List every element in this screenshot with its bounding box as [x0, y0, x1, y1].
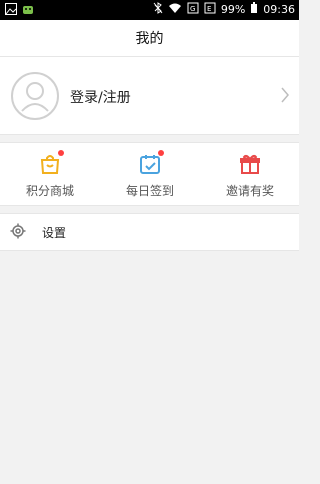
invite-reward-button[interactable]: 邀请有奖	[200, 143, 300, 205]
login-register-label: 登录/注册	[70, 90, 131, 106]
points-mall-button[interactable]: 积分商城	[0, 143, 100, 205]
clock: 09:36	[263, 3, 295, 16]
calendar-check-icon	[138, 149, 164, 176]
gear-icon	[10, 223, 26, 239]
status-bar-left	[5, 3, 35, 18]
chevron-right-icon	[279, 86, 291, 104]
signal-icon: E	[204, 2, 216, 17]
wifi-icon	[168, 2, 182, 17]
feature-shortcuts: 积分商城 每日签到 邀请有奖	[0, 142, 299, 206]
status-bar: G E 99% 09:36	[0, 0, 299, 20]
android-icon	[21, 3, 35, 18]
page-title: 我的	[135, 31, 164, 47]
bluetooth-off-icon	[153, 2, 163, 17]
status-bar-right: G E 99% 09:36	[153, 2, 295, 17]
settings-row[interactable]: 设置	[0, 213, 299, 251]
title-bar: 我的	[0, 20, 299, 57]
feature-label: 积分商城	[25, 183, 74, 198]
image-icon	[5, 3, 17, 18]
daily-checkin-button[interactable]: 每日签到	[100, 143, 200, 205]
notification-badge	[58, 149, 64, 156]
svg-text:E: E	[207, 5, 211, 13]
profile-login-row[interactable]: 登录/注册	[0, 57, 299, 135]
feature-label: 邀请有奖	[225, 183, 274, 198]
battery-icon	[250, 2, 258, 17]
feature-label: 每日签到	[125, 183, 174, 198]
signal-icon: G	[187, 2, 199, 17]
battery-percent: 99%	[220, 3, 246, 16]
user-avatar-icon	[10, 71, 60, 121]
svg-text:G: G	[190, 5, 195, 13]
settings-label: 设置	[42, 226, 67, 240]
shopping-bag-icon	[38, 149, 64, 176]
gift-icon	[238, 152, 262, 176]
notification-badge	[158, 149, 164, 156]
